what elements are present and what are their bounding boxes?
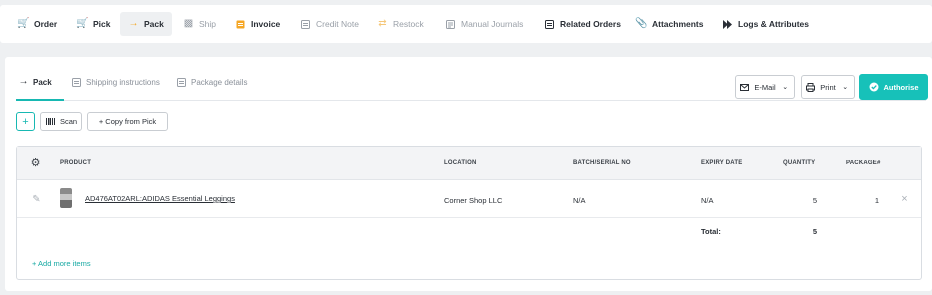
barcode-icon (45, 116, 56, 127)
tab-pack-label: Pack (144, 19, 164, 29)
pack-subtabs: → Pack Shipping instructions Package det… (16, 67, 928, 101)
tab-attachments[interactable]: 📎 Attachments (628, 12, 711, 36)
package-value: 1 (874, 196, 879, 205)
total-label: Total: (701, 227, 721, 236)
tab-pack[interactable]: → Pack (120, 12, 172, 36)
document-icon (176, 77, 187, 88)
scan-button-label: Scan (59, 117, 78, 126)
pencil-icon[interactable]: ✎ (31, 194, 42, 205)
header-expiry: EXPIRY DATE (701, 160, 743, 166)
tab-manual-journals-label: Manual Journals (461, 19, 524, 29)
envelope-icon (739, 82, 750, 93)
header-batch: BATCH/SERIAL NO (573, 160, 631, 166)
tab-related-orders-label: Related Orders (560, 19, 621, 29)
product-name[interactable]: AD476AT02ARL:ADIDAS Essential Leggings (85, 194, 235, 203)
add-more-items-link[interactable]: + Add more items (32, 259, 91, 268)
subtab-pack[interactable]: → Pack (18, 71, 52, 93)
pack-panel: → Pack Shipping instructions Package det… (5, 57, 932, 291)
total-quantity: 5 (812, 227, 817, 236)
tab-ship-label: Ship (199, 19, 217, 29)
tab-invoice-label: Invoice (251, 19, 281, 29)
print-button[interactable]: Print ⌄ (801, 75, 855, 99)
batch-value: N/A (573, 196, 586, 205)
copy-from-pick-button[interactable]: + Copy from Pick (87, 112, 168, 131)
restock-icon: ⇄ (378, 18, 387, 29)
tab-related-orders[interactable]: Related Orders (536, 12, 629, 36)
subtab-package-details[interactable]: Package details (176, 71, 247, 93)
header-location: LOCATION (444, 160, 477, 166)
arrow-right-icon: → (128, 18, 139, 29)
tab-restock[interactable]: ⇄ Restock (369, 12, 432, 36)
document-icon (71, 77, 82, 88)
basket-icon: 🛒 (76, 18, 89, 29)
tab-credit-note-label: Credit Note (316, 19, 359, 29)
subtab-pack-label: Pack (33, 77, 52, 87)
top-tab-bar: 🛒 Order 🛒 Pick → Pack ▩ Ship Invoice Cre… (0, 5, 932, 43)
pack-items-table: ⚙ PRODUCT LOCATION BATCH/SERIAL NO EXPIR… (16, 146, 922, 280)
check-circle-icon (868, 82, 879, 93)
active-subtab-indicator (16, 99, 64, 101)
tab-logs-attributes-label: Logs & Attributes (738, 19, 809, 29)
print-button-label: Print (820, 82, 836, 92)
printer-icon (805, 82, 816, 93)
tab-order-label: Order (34, 19, 58, 29)
tab-pick-label: Pick (93, 19, 111, 29)
product-link[interactable]: AD476AT02ARL:ADIDAS Essential Leggings (85, 194, 235, 203)
subtab-package-details-label: Package details (191, 77, 248, 87)
journal-icon (445, 19, 456, 30)
close-icon[interactable]: × (899, 194, 910, 205)
gear-icon[interactable]: ⚙ (30, 158, 41, 169)
add-button-label: + (22, 115, 29, 128)
truck-icon: ▩ (183, 18, 194, 29)
authorise-button-label: Authorise (883, 82, 919, 92)
header-package: PACKAGE# (846, 160, 881, 166)
header-quantity: QUANTITY (783, 160, 816, 166)
arrow-right-icon: → (18, 76, 29, 87)
quantity-value: 5 (812, 196, 817, 205)
subtab-shipping-instructions-label: Shipping instructions (86, 77, 160, 87)
table-header: ⚙ PRODUCT LOCATION BATCH/SERIAL NO EXPIR… (17, 147, 921, 180)
tab-ship[interactable]: ▩ Ship (175, 12, 224, 36)
subtab-shipping-instructions[interactable]: Shipping instructions (71, 71, 160, 93)
credit-note-icon (300, 19, 311, 30)
product-thumbnail (60, 188, 72, 208)
chevron-down-icon: ⌄ (842, 83, 849, 91)
tab-invoice[interactable]: Invoice (227, 12, 288, 36)
tab-pick[interactable]: 🛒 Pick (69, 12, 119, 36)
tab-credit-note[interactable]: Credit Note (292, 12, 367, 36)
header-product: PRODUCT (60, 160, 92, 166)
copy-from-pick-label: + Copy from Pick (98, 117, 157, 126)
email-button-label: E-Mail (754, 82, 776, 92)
location-value: Corner Shop LLC (444, 196, 503, 205)
tab-order[interactable]: 🛒 Order (10, 12, 65, 36)
tab-logs-attributes[interactable]: Logs & Attributes (714, 12, 817, 36)
related-orders-icon (544, 19, 555, 30)
invoice-icon (235, 19, 246, 30)
cart-icon: 🛒 (17, 18, 30, 29)
chevron-down-icon: ⌄ (782, 83, 789, 91)
tab-manual-journals[interactable]: Manual Journals (437, 12, 531, 36)
authorise-button[interactable]: Authorise (859, 74, 928, 100)
email-button[interactable]: E-Mail ⌄ (735, 75, 795, 99)
table-row: ✎ AD476AT02ARL:ADIDAS Essential Leggings… (17, 181, 921, 218)
tab-attachments-label: Attachments (652, 19, 704, 29)
paperclip-icon: 📎 (635, 18, 648, 29)
add-button[interactable]: + (16, 112, 35, 131)
scan-button[interactable]: Scan (40, 112, 82, 131)
expiry-value: N/A (701, 196, 714, 205)
logs-icon (722, 19, 733, 30)
tab-restock-label: Restock (393, 19, 424, 29)
